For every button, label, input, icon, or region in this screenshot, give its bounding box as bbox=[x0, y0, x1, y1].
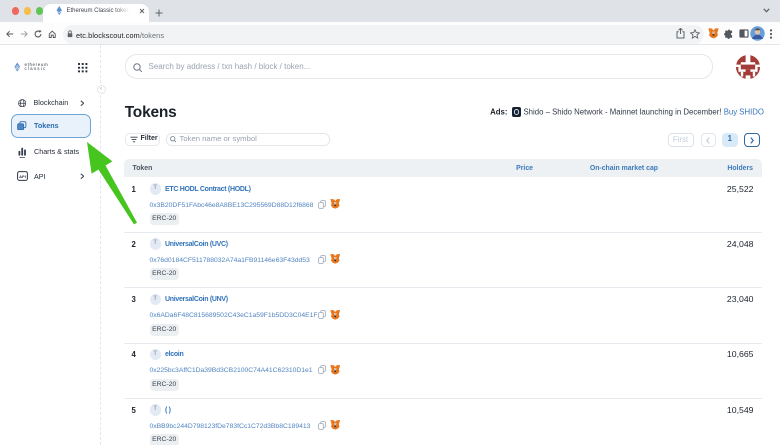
svg-text:API: API bbox=[19, 174, 26, 179]
